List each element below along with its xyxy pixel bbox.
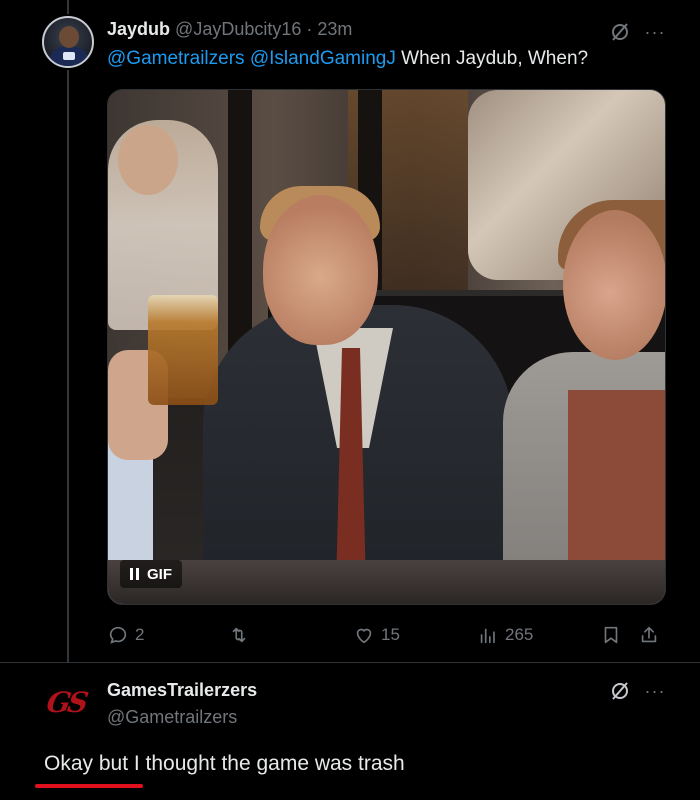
avatar[interactable] xyxy=(42,16,94,68)
like-button[interactable]: 15 xyxy=(353,620,400,650)
repost-icon xyxy=(232,627,246,643)
gif-media[interactable]: GIF xyxy=(107,89,666,605)
thread-line xyxy=(67,70,69,662)
reply-author-name[interactable]: GamesTrailerzers xyxy=(107,680,257,701)
divider xyxy=(0,662,700,663)
timestamp[interactable]: 23m xyxy=(317,19,352,39)
tweet-text: @Gametrailzers @IslandGamingJ When Jaydu… xyxy=(107,48,588,70)
reply-text: Okay but I thought the game was trash xyxy=(44,752,405,775)
views-count: 265 xyxy=(505,625,534,644)
separator: · xyxy=(306,19,313,39)
thread-line-top xyxy=(67,0,69,14)
author-handle[interactable]: @JayDubcity16 xyxy=(175,19,301,39)
reply-author-handle[interactable]: @Gametrailzers xyxy=(107,707,237,728)
mention-link[interactable]: @IslandGamingJ xyxy=(250,48,396,69)
share-icon xyxy=(641,626,657,643)
bookmark-icon xyxy=(604,626,618,644)
highlight-underline xyxy=(35,784,143,788)
reply-icon xyxy=(109,626,127,644)
gif-label: GIF xyxy=(147,565,172,583)
views-icon xyxy=(480,628,495,644)
pause-icon[interactable] xyxy=(130,568,139,580)
avatar[interactable]: GS xyxy=(36,678,96,726)
share-button[interactable] xyxy=(638,620,660,650)
reply-button[interactable]: 2 xyxy=(107,620,144,650)
tweet-header: Jaydub @JayDubcity16 · 23m xyxy=(107,19,352,40)
more-icon[interactable]: ··· xyxy=(641,677,669,705)
grok-icon[interactable] xyxy=(606,677,634,705)
tweet[interactable]: Jaydub @JayDubcity16 · 23m ··· @Gametrai… xyxy=(0,0,700,662)
tweet-body: When Jaydub, When? xyxy=(401,48,589,69)
gif-badge[interactable]: GIF xyxy=(120,560,182,588)
more-icon[interactable]: ··· xyxy=(641,18,669,46)
views-button[interactable]: 265 xyxy=(477,620,533,650)
bookmark-button[interactable] xyxy=(600,620,622,650)
author-name[interactable]: Jaydub xyxy=(107,19,170,39)
like-count: 15 xyxy=(381,625,400,644)
reply-count: 2 xyxy=(135,625,145,644)
repost-button[interactable] xyxy=(228,620,256,650)
heart-icon xyxy=(356,628,372,644)
grok-icon[interactable] xyxy=(606,18,634,46)
mention-link[interactable]: @Gametrailzers xyxy=(107,48,245,69)
gs-logo: GS xyxy=(44,685,88,719)
